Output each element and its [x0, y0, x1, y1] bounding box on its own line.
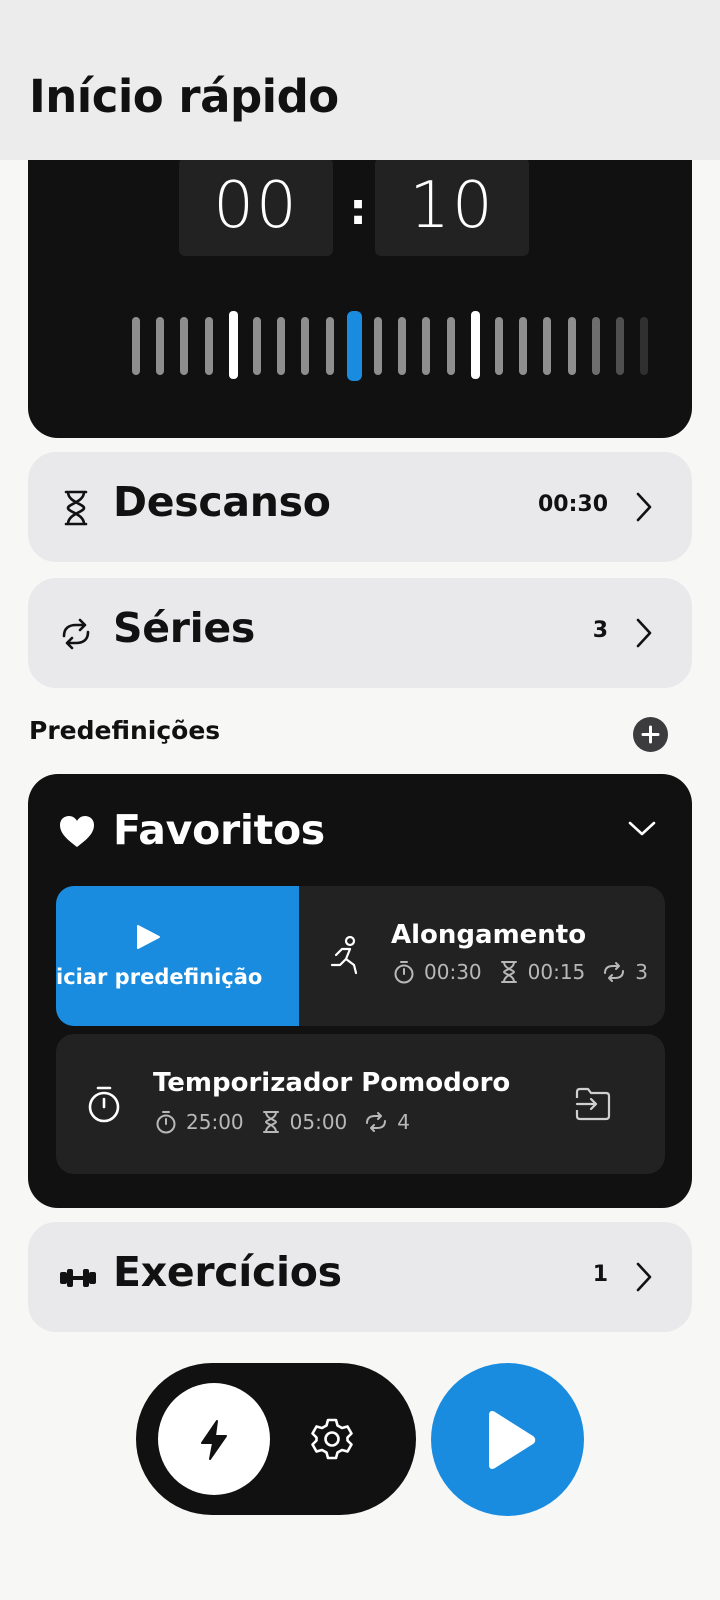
- start-preset-label: iciar predefinição: [56, 965, 263, 989]
- ruler-tick: [640, 317, 649, 375]
- ruler-tick: [446, 317, 455, 375]
- exercises-value: 1: [592, 1262, 608, 1287]
- ruler-tick: [567, 317, 576, 375]
- preset-item-alongamento[interactable]: iciar predefinição Alongamento 00:30 00:…: [56, 886, 665, 1026]
- heart-icon: [60, 816, 94, 847]
- ruler-tick: [277, 317, 286, 375]
- timer-minutes[interactable]: 00: [179, 158, 333, 256]
- rest-title: Descanso: [113, 478, 331, 526]
- presets-label: Predefinições: [29, 716, 221, 745]
- settings-button[interactable]: [306, 1413, 358, 1465]
- repeat-icon: [366, 1112, 387, 1132]
- preset-sets: 4: [397, 1110, 411, 1134]
- ruler-tick: [422, 317, 431, 375]
- ruler-tick: [228, 311, 238, 379]
- add-preset-button[interactable]: [633, 717, 668, 752]
- start-preset-action[interactable]: iciar predefinição: [56, 886, 299, 1026]
- preset-rest-time: 00:15: [527, 960, 586, 984]
- ruler-tick: [204, 317, 213, 375]
- chevron-down-icon[interactable]: [627, 820, 657, 838]
- favorites-title: Favoritos: [113, 806, 325, 854]
- hourglass-icon: [64, 490, 88, 526]
- ruler-tick: [591, 317, 600, 375]
- chevron-right-icon: [636, 1262, 652, 1292]
- repeat-icon: [62, 618, 90, 650]
- ruler-tick: [374, 317, 382, 375]
- time-ruler-slider[interactable]: [28, 305, 692, 381]
- ruler-tick: [519, 317, 528, 375]
- chevron-right-icon: [636, 492, 652, 522]
- gear-icon: [311, 1418, 353, 1460]
- quick-start-mode-button[interactable]: [158, 1383, 270, 1495]
- app-header: Início rápido: [0, 0, 720, 160]
- ruler-tick: [180, 317, 189, 375]
- page-title: Início rápido: [29, 70, 339, 123]
- ruler-tick: [616, 317, 624, 375]
- timer-seconds[interactable]: 10: [375, 158, 529, 256]
- ruler-tick: [132, 317, 140, 375]
- preset-sets: 3: [635, 960, 649, 984]
- hourglass-icon: [262, 1111, 279, 1133]
- stopwatch-icon: [88, 1086, 120, 1123]
- preset-item-pomodoro[interactable]: Temporizador Pomodoro 25:00 05:00 4: [56, 1034, 665, 1174]
- plus-icon: [641, 725, 660, 744]
- preset-work-time: 00:30: [424, 960, 482, 984]
- ruler-tick: [495, 317, 503, 375]
- exercises-row[interactable]: Exercícios 1: [28, 1222, 692, 1332]
- ruler-tick: [325, 317, 334, 375]
- ruler-tick: [398, 317, 407, 375]
- sets-title: Séries: [113, 604, 256, 652]
- stretch-icon: [330, 935, 358, 975]
- preset-meta: 25:00 05:00 4: [154, 1110, 426, 1134]
- ruler-tick: [470, 311, 480, 379]
- rest-value: 00:30: [537, 492, 608, 517]
- timer-separator: :: [349, 184, 367, 235]
- sets-row[interactable]: Séries 3: [28, 578, 692, 688]
- ruler-tick: [253, 317, 261, 375]
- preset-title: Temporizador Pomodoro: [153, 1068, 511, 1098]
- hourglass-icon: [500, 961, 517, 983]
- sets-value: 3: [592, 618, 608, 643]
- play-icon: [489, 1411, 536, 1469]
- stopwatch-icon: [394, 961, 414, 984]
- chevron-right-icon: [636, 618, 652, 648]
- preset-work-time: 25:00: [186, 1110, 244, 1134]
- preset-rest-time: 05:00: [289, 1110, 348, 1134]
- import-icon[interactable]: [574, 1086, 612, 1122]
- mode-toggle-bar: [136, 1363, 416, 1515]
- ruler-current-marker: [346, 311, 362, 381]
- favorites-card: Favoritos iciar predefinição Alongamento…: [28, 774, 692, 1208]
- preset-meta: 00:30 00:15 3: [392, 960, 664, 984]
- ruler-tick: [156, 317, 165, 375]
- repeat-icon: [604, 962, 625, 982]
- stopwatch-icon: [156, 1111, 176, 1134]
- ruler-tick: [301, 317, 310, 375]
- play-icon: [137, 925, 160, 949]
- ruler-tick: [543, 317, 552, 375]
- bolt-icon: [201, 1420, 227, 1460]
- preset-title: Alongamento: [391, 920, 587, 950]
- rest-row[interactable]: Descanso 00:30: [28, 452, 692, 562]
- start-timer-button[interactable]: [431, 1363, 584, 1516]
- dumbbell-icon: [60, 1269, 96, 1287]
- exercises-title: Exercícios: [113, 1248, 342, 1296]
